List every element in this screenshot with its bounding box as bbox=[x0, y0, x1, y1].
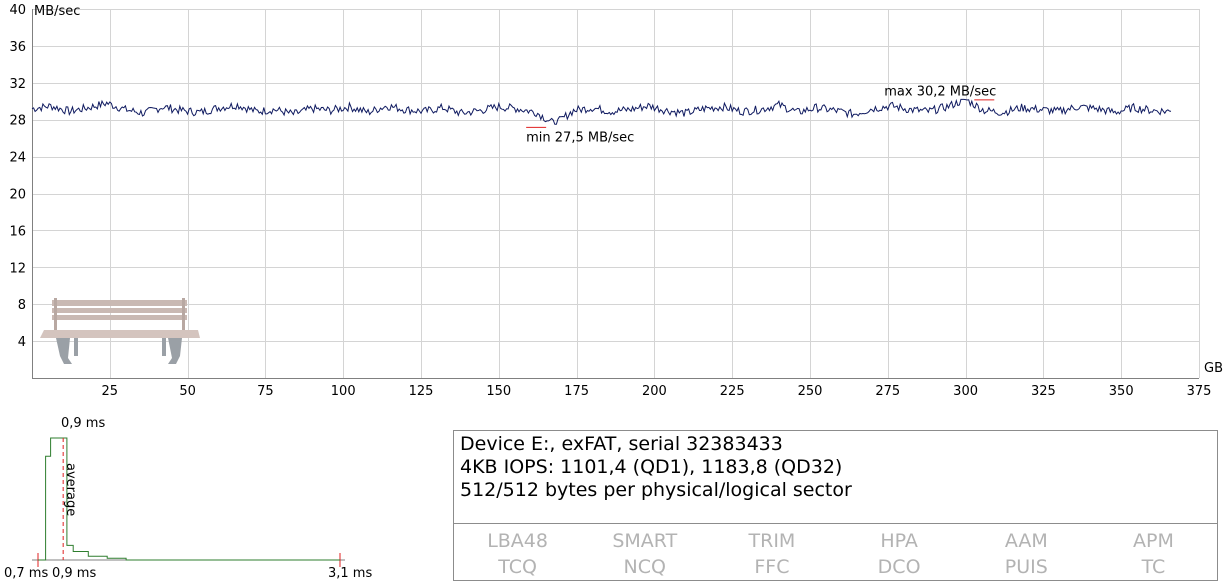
x-tick-label: 100 bbox=[331, 384, 356, 399]
y-tick-label: 12 bbox=[9, 261, 26, 276]
feature-dco: DCO bbox=[877, 556, 921, 578]
y-tick-label: 20 bbox=[9, 188, 26, 203]
info-divider bbox=[454, 523, 1217, 524]
x-tick-label: 375 bbox=[1187, 384, 1212, 399]
feature-flags: LBA48 SMART TRIM HPA AAM APM TCQ NCQ FFC… bbox=[454, 528, 1217, 580]
y-tick-label: 36 bbox=[9, 40, 26, 55]
x-tick-label: 225 bbox=[720, 384, 745, 399]
x-tick-label: 25 bbox=[102, 384, 119, 399]
x-tick-label: 350 bbox=[1109, 384, 1134, 399]
x-tick-label: 50 bbox=[179, 384, 196, 399]
park-bench-icon bbox=[40, 298, 200, 364]
feature-row-2: TCQ NCQ FFC DCO PUIS TC bbox=[454, 554, 1217, 580]
chart-axes bbox=[32, 9, 1199, 379]
device-info-panel: Device E:, exFAT, serial 32383433 4KB IO… bbox=[453, 430, 1218, 581]
min-label: min 27,5 MB/sec bbox=[526, 130, 634, 145]
feature-trim: TRIM bbox=[748, 530, 796, 552]
feature-row-1: LBA48 SMART TRIM HPA AAM APM bbox=[454, 528, 1217, 554]
x-tick-label: 75 bbox=[257, 384, 274, 399]
histogram-series bbox=[38, 437, 340, 561]
x-tick-label: 125 bbox=[409, 384, 434, 399]
x-end-label: 3,1 ms bbox=[328, 566, 372, 581]
feature-ffc: FFC bbox=[754, 556, 790, 578]
x-tick-label: 200 bbox=[642, 384, 667, 399]
feature-hpa: HPA bbox=[880, 530, 918, 552]
y-axis-label: MB/sec bbox=[34, 4, 80, 19]
feature-tcq: TCQ bbox=[498, 556, 537, 578]
y-tick-label: 28 bbox=[9, 114, 26, 129]
chart-grid bbox=[32, 9, 1200, 378]
x-axis-label: GB bbox=[1204, 361, 1223, 376]
x-start-label: 0,7 ms bbox=[4, 566, 48, 581]
x-tick-label: 175 bbox=[564, 384, 589, 399]
y-tick-label: 16 bbox=[9, 224, 26, 239]
x-tick-label: 250 bbox=[798, 384, 823, 399]
x-axis-ticks: 25 50 75 100 125 150 175 200 225 250 275 300 325 350 3… bbox=[102, 384, 1212, 399]
y-tick-label: 4 bbox=[18, 335, 26, 350]
y-tick-label: 8 bbox=[18, 298, 26, 313]
device-line: Device E:, exFAT, serial 32383433 bbox=[460, 433, 783, 455]
y-tick-label: 24 bbox=[9, 151, 26, 166]
iops-line: 4KB IOPS: 1101,4 (QD1), 1183,8 (QD32) bbox=[460, 456, 843, 478]
feature-apm: APM bbox=[1133, 530, 1174, 552]
transfer-rate-chart: 4 8 12 16 20 24 28 32 36 40 25 50 75 100 125 150 175 200… bbox=[9, 3, 1223, 399]
x-tick-label: 300 bbox=[953, 384, 978, 399]
sector-line: 512/512 bytes per physical/logical secto… bbox=[460, 479, 852, 501]
x-tick-label: 325 bbox=[1031, 384, 1056, 399]
y-axis-ticks: 4 8 12 16 20 24 28 32 36 40 bbox=[9, 3, 26, 350]
peak-label: 0,9 ms bbox=[61, 416, 105, 431]
access-time-histogram: average 0,9 ms 0,7 ms 0,9 ms 3,1 ms bbox=[4, 416, 372, 581]
y-tick-label: 32 bbox=[9, 77, 26, 92]
x-tick-label: 150 bbox=[486, 384, 511, 399]
feature-lba48: LBA48 bbox=[487, 530, 548, 552]
min-max-annotations: min 27,5 MB/sec max 30,2 MB/sec bbox=[526, 84, 996, 145]
max-label: max 30,2 MB/sec bbox=[884, 84, 996, 99]
feature-aam: AAM bbox=[1004, 530, 1048, 552]
average-label: average bbox=[63, 463, 78, 516]
feature-smart: SMART bbox=[612, 530, 678, 552]
feature-ncq: NCQ bbox=[623, 556, 666, 578]
feature-puis: PUIS bbox=[1004, 556, 1048, 578]
x-tick-label: 275 bbox=[875, 384, 900, 399]
y-tick-label: 40 bbox=[9, 3, 26, 18]
x-mid-label: 0,9 ms bbox=[52, 566, 96, 581]
feature-tc: TC bbox=[1141, 556, 1166, 578]
